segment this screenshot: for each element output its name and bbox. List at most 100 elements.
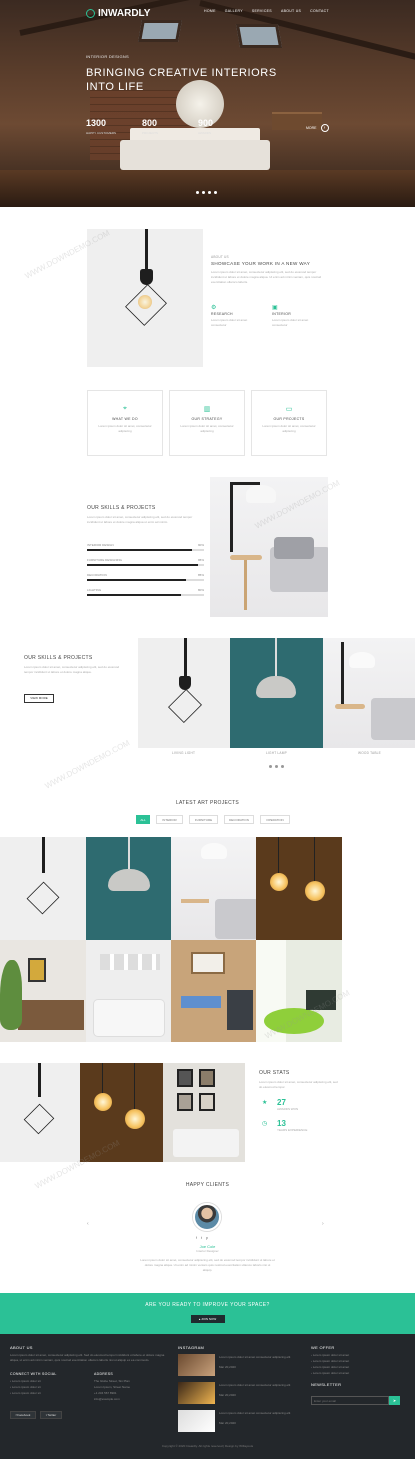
facebook-button[interactable]: f Facebook — [10, 1411, 36, 1419]
skill-track — [87, 594, 204, 596]
service-card[interactable]: ▭ OUR PROJECTS Lorem ipsum dolor sit ame… — [251, 390, 327, 456]
client-avatar — [193, 1203, 221, 1231]
skill-row: LIGHTING 80% — [87, 588, 204, 596]
tab-furniture[interactable]: FURNITURE — [189, 815, 218, 824]
nav-contact[interactable]: CONTACT — [310, 9, 329, 13]
watermark: WWW.DOWNDEMO.COM — [43, 738, 132, 791]
about-image — [87, 229, 203, 367]
project-tile[interactable] — [256, 837, 342, 940]
insta-date: Mar 20,2020 — [219, 1393, 236, 1397]
interior-icon: ▣ — [272, 305, 278, 311]
about-body: Lorem ipsum dolor sit amet, consectetur … — [211, 270, 322, 284]
lamp-cord — [42, 837, 45, 873]
twitter-button[interactable]: t Twitter — [40, 1411, 62, 1419]
offer-item[interactable]: › Lorem ipsum dolor sit amet — [311, 1365, 349, 1370]
cta-title: ARE YOU READY TO IMPROVE YOUR SPACE? — [145, 1302, 270, 1308]
tab-decoration[interactable]: DECORATION — [224, 815, 254, 824]
chevron-right-icon[interactable]: › — [322, 1221, 324, 1227]
strip-body: Lorem ipsum dolor sit amet, consectetur … — [24, 665, 120, 674]
skill-value: 80% — [197, 588, 204, 592]
skylight — [235, 24, 283, 48]
brand-logo[interactable]: INWARDLY — [86, 8, 150, 19]
skills-image — [210, 477, 328, 617]
view-more-button[interactable]: VIEW MORE — [24, 694, 54, 703]
insta-thumb[interactable] — [178, 1354, 215, 1376]
project-tile[interactable] — [256, 940, 342, 1042]
lamp-cage — [26, 881, 60, 915]
skill-track — [87, 579, 204, 581]
strip-caption: LIVING LIGHT — [172, 751, 196, 755]
join-now-label: JOIN NOW — [201, 1317, 217, 1321]
lamp-cord — [145, 229, 148, 269]
hero-subtitle: INTERIOR DESIGNS — [86, 54, 130, 59]
project-tile[interactable] — [86, 940, 171, 1042]
project-tile[interactable] — [0, 940, 86, 1042]
hero-title-line: BRINGING CREATIVE INTERIORS — [86, 67, 277, 79]
facebook-icon[interactable]: f — [196, 1236, 197, 1240]
main-nav: HOME GALLERY SERVICES ABOUT US CONTACT — [204, 9, 329, 13]
footer-address-line: info@example.com — [94, 1397, 120, 1401]
slider-dot[interactable] — [196, 191, 199, 194]
stat-value: 13 — [277, 1119, 286, 1128]
insta-thumb[interactable] — [178, 1382, 215, 1404]
lamp-shade — [201, 843, 227, 859]
footer-connect-line: • Lorem ipsum dolor sit — [10, 1391, 41, 1396]
send-icon[interactable]: ➤ — [389, 1396, 400, 1405]
more-label: MORE — [306, 126, 317, 130]
frame — [177, 1069, 193, 1087]
facebook-label: Facebook — [17, 1413, 31, 1417]
pinterest-icon[interactable]: p — [206, 1236, 208, 1240]
slider-dot[interactable] — [281, 765, 284, 768]
table-leg — [244, 560, 247, 610]
latest-title: LATEST ART PROJECTS — [175, 800, 240, 806]
strip-caption: WOOD TABLE — [358, 751, 381, 755]
slider-dot[interactable] — [202, 191, 205, 194]
offer-label: Lorem ipsum dolor sit amet — [312, 1359, 350, 1363]
wall-art — [28, 958, 46, 982]
join-now-button[interactable]: ▴ JOIN NOW — [190, 1315, 225, 1323]
nav-home[interactable]: HOME — [204, 9, 216, 13]
project-tile[interactable] — [171, 837, 256, 940]
stat-value: 27 — [277, 1098, 286, 1107]
offer-item[interactable]: › Lorem ipsum dolor sit amet — [311, 1359, 349, 1364]
insta-text: Lorem ipsum dolor sit amet consectetur a… — [219, 1411, 291, 1415]
footer-instagram-title: INSTAGRAM — [178, 1345, 205, 1350]
service-text: Lorem ipsum dolor sit amet, consectetur … — [262, 424, 316, 433]
more-button[interactable]: MORE › — [306, 124, 329, 132]
nav-gallery[interactable]: GALLERY — [225, 9, 243, 13]
tab-operation[interactable]: OPERATION — [260, 815, 290, 824]
offer-item[interactable]: › Lorem ipsum dolor sit amet — [311, 1353, 349, 1358]
project-tile[interactable] — [171, 940, 256, 1042]
hero-banner: INWARDLY HOME GALLERY SERVICES ABOUT US … — [0, 0, 415, 207]
tab-interior[interactable]: INTERIOR — [156, 815, 183, 824]
service-card[interactable]: ⌖ WHAT WE DO Lorem ipsum dolor sit amet,… — [87, 390, 163, 456]
skill-value: 85% — [197, 573, 204, 577]
hero-floor — [0, 170, 415, 207]
twitter-icon[interactable]: t — [201, 1236, 202, 1240]
nav-services[interactable]: SERVICES — [252, 9, 272, 13]
skills-body: Lorem ipsum dolor sit amet, consectetur … — [87, 515, 193, 524]
hero-title: BRINGING CREATIVE INTERIORS INTO LIFE — [86, 66, 277, 94]
project-tile[interactable] — [0, 837, 86, 940]
insta-thumb[interactable] — [178, 1410, 215, 1432]
offer-item[interactable]: › Lorem ipsum dolor sit amet — [311, 1371, 349, 1376]
nav-about[interactable]: ABOUT US — [281, 9, 301, 13]
slider-dot[interactable] — [269, 765, 272, 768]
chevron-left-icon[interactable]: ‹ — [87, 1221, 89, 1227]
strip-image[interactable] — [323, 638, 415, 748]
tab-all[interactable]: ALL — [136, 815, 150, 824]
slider-dot[interactable] — [275, 765, 278, 768]
stat-value: 1300 — [86, 118, 107, 128]
offer-label: Lorem ipsum dolor sit amet — [312, 1365, 350, 1369]
newsletter-email-input[interactable] — [311, 1396, 389, 1405]
service-card[interactable]: ▥ OUR STRATEGY Lorem ipsum dolor sit ame… — [169, 390, 245, 456]
clients-title: HAPPY CLIENTS — [185, 1182, 230, 1188]
about-title: SHOWCASE YOUR WORK IN A NEW WAY — [211, 261, 311, 266]
skill-track — [87, 549, 204, 551]
leaf-icon — [86, 9, 95, 18]
slider-dot[interactable] — [208, 191, 211, 194]
strip-image[interactable] — [138, 638, 230, 748]
project-tile[interactable] — [86, 837, 171, 940]
slider-dot[interactable] — [214, 191, 217, 194]
strip-image[interactable] — [230, 638, 323, 748]
